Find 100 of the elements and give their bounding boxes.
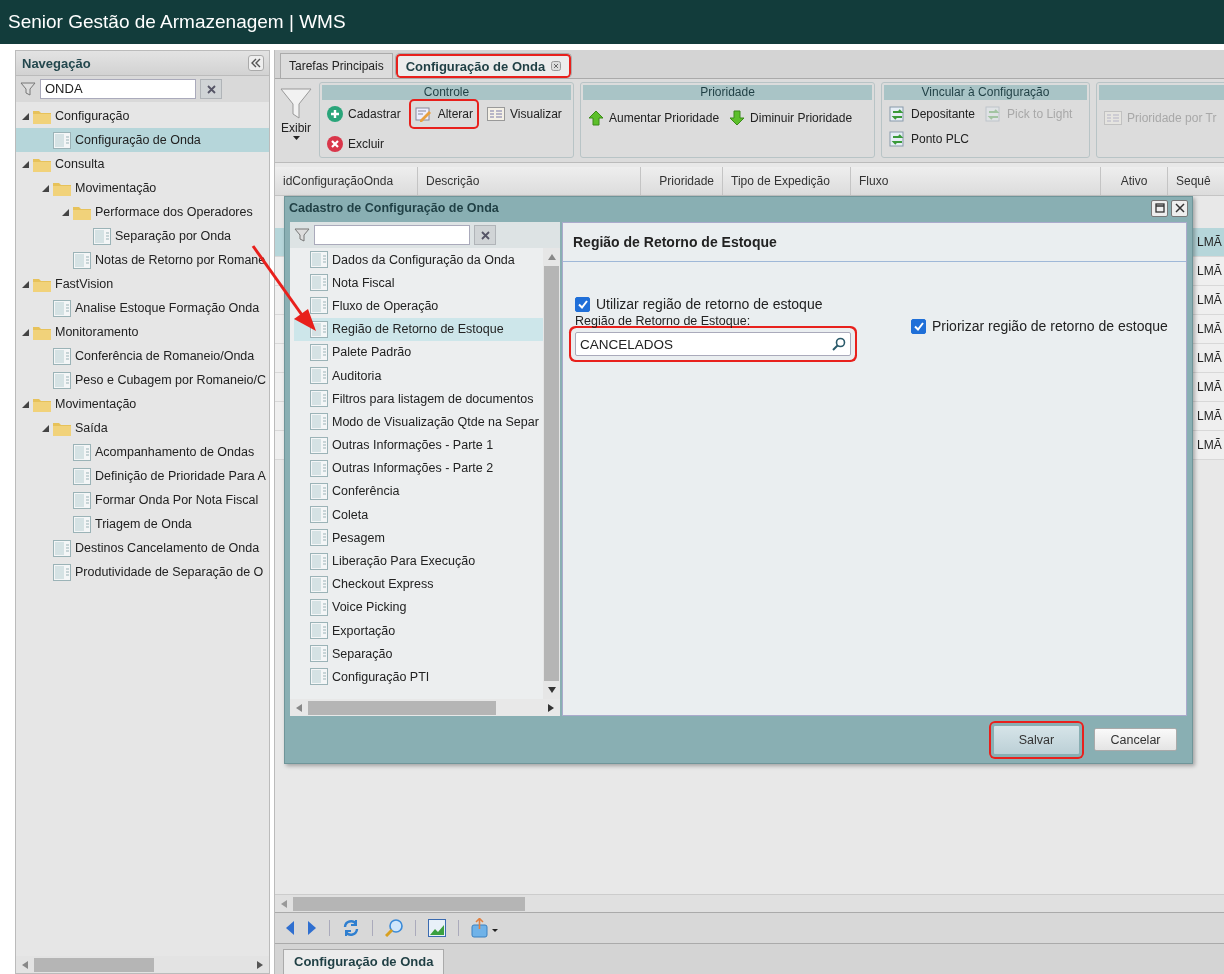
tree-item[interactable]: Definição de Prioridade Para A	[16, 464, 269, 488]
expand-arrow-icon[interactable]	[22, 160, 29, 168]
section-item[interactable]: Outras Informações - Parte 1	[294, 433, 543, 457]
column-header[interactable]: idConfiguraçãoOnda	[275, 167, 418, 195]
save-button[interactable]: Salvar	[989, 720, 1084, 759]
section-item[interactable]: Palete Padrão	[294, 340, 543, 364]
scrollbar-thumb[interactable]	[544, 266, 559, 681]
chart-icon[interactable]	[428, 919, 446, 937]
toolbar-button[interactable]: Visualizar	[485, 104, 564, 124]
toolbar-button[interactable]: Depositante	[887, 104, 978, 124]
tree-item[interactable]: Conferência de Romaneio/Onda	[16, 344, 269, 368]
section-item[interactable]: Modo de Visualização Qtde na Separ	[294, 410, 543, 434]
toolbar-button[interactable]: Ponto PLC	[887, 129, 972, 149]
toolbar-button[interactable]: Cadastrar	[325, 104, 403, 124]
filter-icon[interactable]	[294, 227, 310, 243]
tree-item[interactable]: Peso e Cubagem por Romaneio/C	[16, 368, 269, 392]
toolbar-button[interactable]: Aumentar Prioridade	[586, 108, 722, 128]
column-header[interactable]: Descrição	[418, 167, 641, 195]
refresh-icon[interactable]	[342, 919, 360, 937]
tree-item[interactable]: Consulta	[16, 152, 269, 176]
exibir-button[interactable]: Exibir	[279, 82, 313, 162]
section-item[interactable]: Nota Fiscal	[294, 271, 543, 295]
tree-item[interactable]: Destinos Cancelamento de Onda	[16, 536, 269, 560]
scrollbar-thumb[interactable]	[308, 700, 496, 715]
next-icon[interactable]	[307, 921, 317, 935]
cancel-button[interactable]: Cancelar	[1094, 728, 1177, 751]
column-header[interactable]: Tipo de Expedição	[723, 167, 851, 195]
section-item[interactable]: Região de Retorno de Estoque	[294, 317, 543, 341]
toolbar-button[interactable]: Diminuir Prioridade	[727, 108, 855, 128]
section-item[interactable]: Fluxo de Operação	[294, 294, 543, 318]
scroll-right-icon[interactable]	[548, 703, 554, 712]
previous-icon[interactable]	[285, 921, 295, 935]
section-item[interactable]: Liberação Para Execução	[294, 549, 543, 573]
checkbox[interactable]	[911, 318, 926, 334]
tab[interactable]: Configuração de Onda	[394, 53, 573, 78]
expand-arrow-icon[interactable]	[22, 328, 29, 336]
scrollbar-thumb[interactable]	[34, 957, 154, 972]
section-item[interactable]: Separação	[294, 642, 543, 666]
form-icon	[93, 227, 111, 245]
export-icon[interactable]	[471, 918, 499, 938]
tree-item[interactable]: Triagem de Onda	[16, 512, 269, 536]
expand-arrow-icon[interactable]	[62, 208, 69, 216]
expand-arrow-icon[interactable]	[42, 424, 49, 432]
column-header[interactable]: Ativo	[1101, 167, 1168, 195]
tree-item[interactable]: Acompanhamento de Ondas	[16, 440, 269, 464]
section-item[interactable]: Outras Informações - Parte 2	[294, 456, 543, 480]
search-icon[interactable]	[832, 337, 846, 351]
checkbox[interactable]	[575, 296, 590, 312]
scroll-left-icon[interactable]	[22, 960, 28, 969]
toolbar-button[interactable]: Excluir	[325, 134, 386, 154]
column-header[interactable]: Sequê	[1168, 167, 1224, 195]
column-header[interactable]: Prioridade	[641, 167, 723, 195]
tree-item[interactable]: Movimentação	[16, 176, 269, 200]
section-item[interactable]: Coleta	[294, 503, 543, 527]
expand-arrow-icon[interactable]	[42, 184, 49, 192]
filter-field[interactable]: ONDA	[40, 79, 196, 99]
scroll-up-icon[interactable]	[547, 254, 556, 260]
tree-item[interactable]: Analise Estoque Formação Onda	[16, 296, 269, 320]
list-icon	[1104, 111, 1122, 125]
tree-item[interactable]: Movimentação	[16, 392, 269, 416]
section-item[interactable]: Filtros para listagem de documentos	[294, 387, 543, 411]
section-item[interactable]: Pesagem	[294, 526, 543, 550]
clear-button[interactable]	[474, 225, 496, 245]
tree-item[interactable]: Performace dos Operadores	[16, 200, 269, 224]
section-item[interactable]: Dados da Configuração da Onda	[294, 248, 543, 272]
scroll-left-icon[interactable]	[296, 703, 302, 712]
maximize-button[interactable]	[1151, 199, 1168, 217]
section-item[interactable]: Configuração PTI	[294, 665, 543, 689]
collapse-button[interactable]	[248, 55, 264, 71]
scrollbar-thumb[interactable]	[293, 896, 525, 911]
checkbox-label[interactable]: Utilizar região de retorno de estoque	[575, 296, 851, 312]
section-item[interactable]: Exportação	[294, 619, 543, 643]
clear-button[interactable]	[200, 79, 222, 99]
tab[interactable]: Configuração de Onda	[283, 949, 445, 974]
section-item[interactable]: Conferência	[294, 479, 543, 504]
expand-arrow-icon[interactable]	[22, 280, 29, 288]
tree-item[interactable]: Saída	[16, 416, 269, 440]
expand-arrow-icon[interactable]	[22, 400, 29, 408]
scroll-right-icon[interactable]	[257, 960, 263, 969]
filter-field[interactable]	[314, 225, 470, 245]
tree-item[interactable]: FastVision	[16, 272, 269, 296]
section-item[interactable]: Checkout Express	[294, 572, 543, 596]
tab[interactable]: Tarefas Principais	[280, 53, 393, 78]
tree-item[interactable]: Configuração de Onda	[16, 128, 269, 152]
folder-icon	[33, 276, 51, 292]
checkbox-label[interactable]: Priorizar região de retorno de estoque	[911, 296, 1168, 356]
tree-item[interactable]: Formar Onda Por Nota Fiscal	[16, 488, 269, 512]
close-icon[interactable]	[551, 61, 562, 71]
tree-item[interactable]: Configuração	[16, 104, 269, 128]
toolbar-button[interactable]: Alterar	[408, 99, 480, 129]
expand-arrow-icon[interactable]	[22, 112, 29, 120]
close-button[interactable]	[1171, 199, 1188, 217]
section-item[interactable]: Voice Picking	[294, 595, 543, 619]
tree-item[interactable]: Produtividade de Separação de O	[16, 560, 269, 584]
scroll-down-icon[interactable]	[547, 687, 556, 693]
column-header[interactable]: Fluxo	[851, 167, 1101, 195]
form-icon	[310, 598, 328, 616]
section-item[interactable]: Auditoria	[294, 363, 543, 388]
tree-item[interactable]: Monitoramento	[16, 320, 269, 344]
tree-item[interactable]: Separação por Onda	[16, 224, 269, 248]
